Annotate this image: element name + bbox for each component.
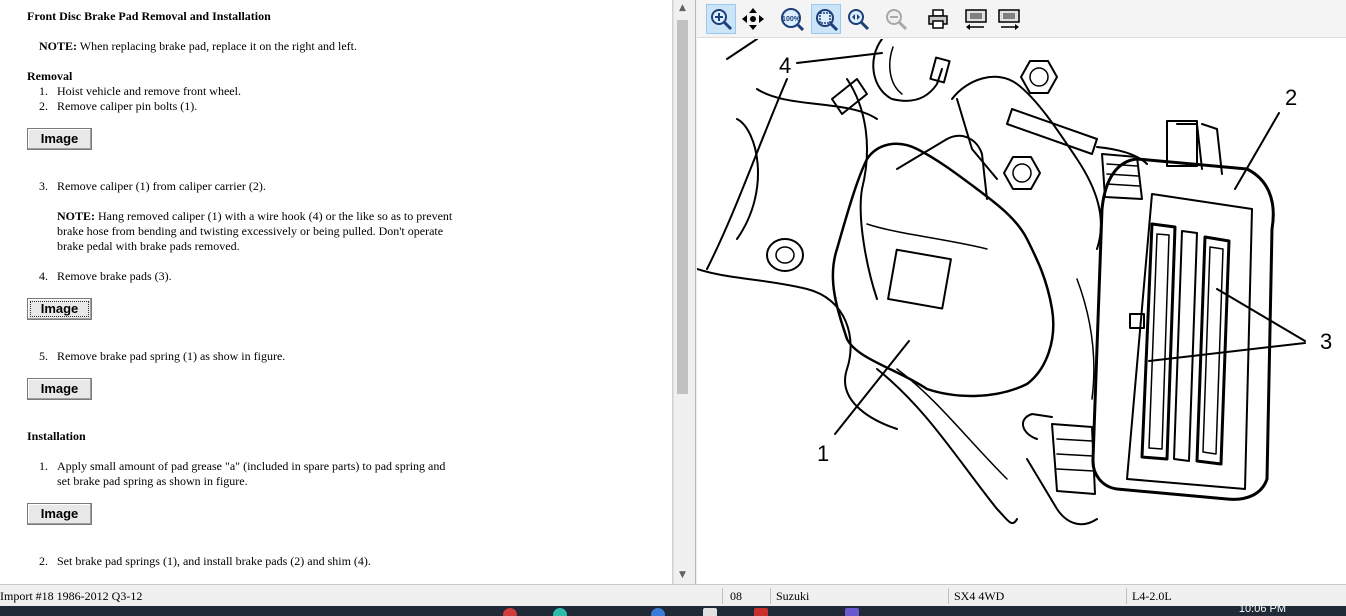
zoom-out-button[interactable] [881, 4, 911, 34]
zoom-in-button[interactable] [706, 4, 736, 34]
status-divider [722, 588, 723, 604]
removal-step-1: 1. Hoist vehicle and remove front wheel. [39, 84, 241, 99]
step-number: 2. [39, 554, 48, 568]
note-text: When replacing brake pad, replace it on … [77, 39, 358, 53]
zoom-window-button[interactable] [843, 4, 873, 34]
image-button-step-2[interactable]: Image [27, 128, 92, 150]
pan-icon [742, 8, 764, 30]
zoom-fit-icon [816, 9, 838, 31]
step-text: Remove brake pads (3). [57, 269, 172, 283]
previous-image-button[interactable] [961, 4, 991, 34]
step-number: 3. [39, 179, 48, 193]
image-button-installation-1[interactable]: Image [27, 503, 92, 525]
note-text: Hang removed caliper (1) with a wire hoo… [95, 209, 453, 223]
note-label: NOTE: [57, 209, 96, 223]
status-import: Import #18 1986-2012 Q3-12 [0, 589, 143, 603]
status-bar: Import #18 1986-2012 Q3-12 08 Suzuki SX4… [0, 584, 1346, 606]
caliper-line-drawing [697, 39, 1306, 526]
windows-taskbar: 10:06 PM [0, 606, 1346, 616]
zoom-in-icon [711, 9, 733, 31]
taskbar-app-active-icon[interactable] [754, 608, 768, 616]
step-number: 1. [39, 84, 48, 98]
print-icon [928, 9, 948, 29]
zoom-100-label: 100% [782, 16, 801, 23]
status-engine: L4-2.0L [1132, 589, 1172, 603]
removal-step-5: 5. Remove brake pad spring (1) as show in… [39, 349, 285, 364]
step-text: Hoist vehicle and remove front wheel. [57, 84, 241, 98]
document-scrollbar[interactable]: ▲ ▼ [673, 0, 690, 584]
callout-1: 1 [817, 441, 830, 466]
image-button-step-5[interactable]: Image [27, 378, 92, 400]
step-text: Remove caliper (1) from caliper carrier … [57, 179, 266, 193]
note-line-2: brake hose from bending and twisting exc… [57, 224, 444, 238]
status-model: SX4 4WD [954, 589, 1005, 603]
next-image-icon [998, 9, 1020, 30]
removal-step-4: 4. Remove brake pads (3). [39, 269, 172, 284]
image-button-step-4[interactable]: Image [27, 298, 92, 320]
print-button[interactable] [923, 4, 953, 34]
step-number: 1. [39, 459, 48, 473]
status-divider [948, 588, 949, 604]
previous-image-icon [965, 9, 987, 30]
step-text: Apply small amount of pad grease "a" (in… [57, 459, 446, 473]
image-toolbar: 100% [697, 0, 1346, 38]
removal-step-2: 2. Remove caliper pin bolts (1). [39, 99, 197, 114]
zoom-out-icon [886, 9, 908, 31]
pan-button[interactable] [738, 4, 768, 34]
image-viewer-pane: 100% 4 2 3 1 [697, 0, 1346, 584]
step-number: 4. [39, 269, 48, 283]
step-number: 5. [39, 349, 48, 363]
note-line-1: NOTE: Hang removed caliper (1) with a wi… [57, 209, 452, 224]
status-make: Suzuki [776, 589, 810, 603]
removal-heading: Removal [27, 69, 73, 83]
installation-heading: Installation [27, 429, 86, 443]
scroll-down-arrow-icon[interactable]: ▼ [674, 567, 691, 584]
taskbar-app-blue-icon[interactable] [651, 608, 665, 616]
document-pane: Front Disc Brake Pad Removal and Install… [0, 0, 673, 584]
installation-step-2: 2. Set brake pad springs (1), and install… [39, 554, 371, 569]
taskbar-app-purple-icon[interactable] [845, 608, 859, 616]
callout-2: 2 [1285, 85, 1298, 110]
callout-3: 3 [1320, 329, 1333, 354]
status-year: 08 [730, 589, 742, 603]
step-text: Set brake pad springs (1), and install b… [57, 554, 371, 568]
note-line-3: brake pedal with brake pads removed. [57, 239, 240, 253]
installation-step-1: 1. Apply small amount of pad grease "a" (… [39, 459, 445, 489]
taskbar-app-red-icon[interactable] [503, 608, 517, 616]
removal-step-3: 3. Remove caliper (1) from caliper carrie… [39, 179, 266, 194]
scroll-up-arrow-icon[interactable]: ▲ [674, 0, 691, 17]
scrollbar-thumb[interactable] [677, 20, 688, 394]
pane-splitter[interactable] [690, 0, 696, 584]
status-divider [770, 588, 771, 604]
zoom-100-button[interactable]: 100% [777, 4, 807, 34]
note-hang-caliper: NOTE: Hang removed caliper (1) with a wi… [57, 209, 452, 254]
system-clock[interactable]: 10:06 PM [1239, 606, 1286, 615]
step-text: Remove caliper pin bolts (1). [57, 99, 198, 113]
callout-4: 4 [779, 53, 792, 78]
step-text: Remove brake pad spring (1) as show in f… [57, 349, 286, 363]
note-replace-both-sides: NOTE: When replacing brake pad, replace … [39, 39, 357, 54]
brake-caliper-figure: 4 2 3 1 [697, 39, 1346, 584]
next-image-button[interactable] [994, 4, 1024, 34]
step-line-1: 1. Apply small amount of pad grease "a" (… [39, 459, 445, 474]
status-divider [1126, 588, 1127, 604]
step-number: 2. [39, 99, 48, 113]
zoom-fit-button[interactable] [811, 4, 841, 34]
note-label: NOTE: [39, 39, 78, 53]
step-line-2: set brake pad spring as shown in figure. [57, 474, 248, 488]
document-title: Front Disc Brake Pad Removal and Install… [27, 9, 271, 23]
taskbar-app-white-icon[interactable] [703, 608, 717, 616]
zoom-window-icon [848, 9, 870, 31]
taskbar-app-teal-icon[interactable] [553, 608, 567, 616]
zoom-100-icon: 100% [781, 8, 804, 31]
